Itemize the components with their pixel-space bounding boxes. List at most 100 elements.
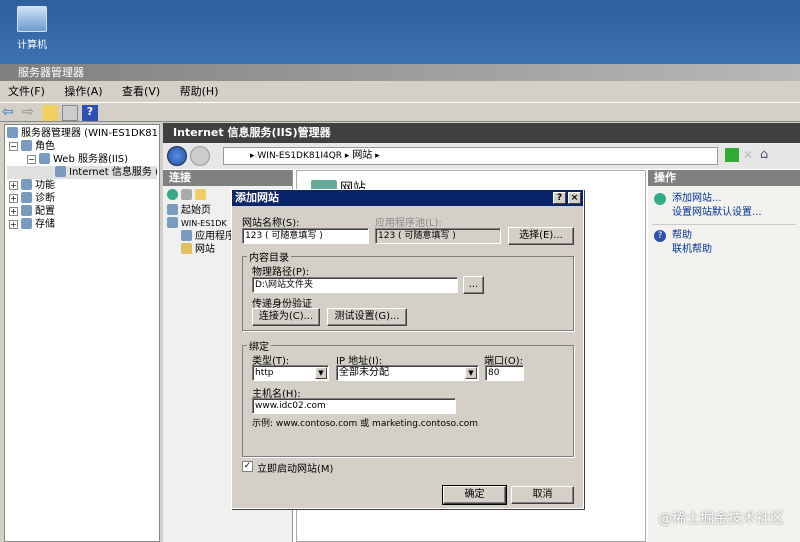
stop-icon[interactable]: ✕ [743,148,757,162]
app-pool-label: 应用程序池(L): [375,218,442,229]
start-site-label: 立即启动网站(M) [257,464,334,475]
breadcrumb[interactable]: ▸ WIN-ES1DK81I4QR ▸ 网站 ▸ [223,147,718,165]
breadcrumb-server[interactable]: WIN-ES1DK81I4QR [257,151,342,161]
action-label: 添加网站... [672,193,722,204]
menu-view[interactable]: 查看(V) [122,85,160,98]
start-site-checkbox[interactable]: ✓ [242,461,253,472]
tree-root[interactable]: 服务器管理器 (WIN-ES1DK81I4Q [7,127,157,140]
collapse-icon[interactable]: − [9,142,18,151]
binding-label: 绑定 [247,338,271,353]
up-folder-icon[interactable] [42,105,58,121]
back-button[interactable] [167,146,187,166]
physical-path-input[interactable]: D:\网站文件夹 [252,277,458,293]
select-button[interactable]: 选择(E)... [508,227,574,245]
host-example: 示例: www.contoso.com 或 marketing.contoso.… [252,419,479,429]
tree-label: 功能 [35,180,55,191]
configuration-icon [21,205,32,216]
action-online-help[interactable]: 联机帮助 [648,243,800,257]
desktop-icon-computer[interactable]: 计算机 [12,6,52,51]
desktop: 计算机 [0,0,800,64]
expand-icon[interactable]: + [9,194,18,203]
type-value: http [255,368,274,378]
tree-features[interactable]: + 功能 [7,179,157,192]
collapse-icon[interactable]: − [27,155,36,164]
connect-as-button[interactable]: 连接为(C)... [252,308,320,326]
close-button[interactable]: × [568,192,581,204]
chevron-down-icon[interactable]: ▼ [465,367,477,379]
folder-icon[interactable] [195,189,206,200]
tree-label: 配置 [35,206,55,217]
action-site-defaults[interactable]: 设置网站默认设置... [648,206,800,220]
address-bar: ▸ WIN-ES1DK81I4QR ▸ 网站 ▸ ✕ ⌂ [163,143,800,169]
test-settings-button[interactable]: 测试设置(G)... [327,308,407,326]
tree-diagnostics[interactable]: + 诊断 [7,192,157,205]
host-input[interactable]: www.idc02.com [252,398,456,414]
content-directory-label: 内容目录 [247,249,291,264]
diagnostics-icon [21,192,32,203]
tree-configuration[interactable]: + 配置 [7,205,157,218]
menu-action[interactable]: 操作(A) [64,85,102,98]
server-icon [167,217,178,228]
breadcrumb-sites[interactable]: 网站 [352,150,372,161]
tree-label: 起始页 [181,205,211,216]
connections-title: 连接 [163,170,292,186]
cancel-button[interactable]: 取消 [511,486,574,504]
chevron-down-icon[interactable]: ▼ [315,367,327,379]
actions-title: 操作 [648,170,800,186]
tree-iis-manager[interactable]: Internet 信息服务 ( [7,166,157,179]
back-icon[interactable]: ⇦ [2,105,18,121]
refresh-icon[interactable] [725,148,739,162]
action-label: 帮助 [672,230,692,241]
navigation-tree: 服务器管理器 (WIN-ES1DK81I4Q − 角色 − Web 服务器(IIS)… [4,124,160,542]
server-icon [7,127,18,138]
show-hide-tree-icon[interactable] [62,105,78,121]
sites-icon [181,243,192,254]
menu-file[interactable]: 文件(F) [8,85,45,98]
menu-help[interactable]: 帮助(H) [180,85,219,98]
menu-bar: 文件(F) 操作(A) 查看(V) 帮助(H) [0,83,800,101]
computer-icon [17,6,47,32]
ip-select[interactable]: 全部未分配 ▼ [336,365,479,381]
iis-icon [55,166,66,177]
site-name-label: 网站名称(S): [242,218,300,229]
tree-roles[interactable]: − 角色 [7,140,157,153]
ip-value: 全部未分配 [339,367,389,378]
add-site-icon [654,193,666,205]
web-server-icon [39,153,50,164]
expand-icon[interactable]: + [9,220,18,229]
add-website-dialog: 添加网站 ? × 网站名称(S): 123 ( 可随意填写 ) 应用程序池(L)… [231,189,584,509]
action-label: 联机帮助 [672,244,712,255]
tree-label: WIN-ES1DK [181,219,227,228]
actions-pane: 操作 添加网站... 设置网站默认设置... ? 帮助 联机帮助 [648,170,800,542]
action-label: 设置网站默认设置... [672,207,762,218]
physical-path-label: 物理路径(P): [252,267,310,278]
tree-label: 角色 [35,141,55,152]
tree-label: 存储 [35,219,55,230]
action-add-site[interactable]: 添加网站... [648,192,800,206]
help-icon[interactable]: ? [82,105,98,121]
help-button[interactable]: ? [553,192,566,204]
tree-storage[interactable]: + 存储 [7,218,157,231]
forward-icon[interactable]: ⇨ [22,105,38,121]
watermark: @稀土掘金技术社区 [658,511,784,527]
save-icon[interactable] [181,189,192,200]
port-input[interactable]: 80 [485,365,524,381]
tree-label: Internet 信息服务 ( [69,167,157,178]
window-title: 服务器管理器 [0,64,800,81]
forward-button[interactable] [190,146,210,166]
home-icon[interactable]: ⌂ [760,147,774,162]
expand-icon[interactable]: + [9,207,18,216]
globe-icon[interactable] [167,189,178,200]
action-help[interactable]: ? 帮助 [648,229,800,243]
browse-button[interactable]: ... [463,276,484,294]
features-icon [21,179,32,190]
site-name-input[interactable]: 123 ( 可随意填写 ) [242,228,369,244]
iis-header: Internet 信息服务(IIS)管理器 [163,123,800,143]
app-pool-input: 123 ( 可随意填写 ) [375,228,501,244]
expand-icon[interactable]: + [9,181,18,190]
ok-button[interactable]: 确定 [442,485,507,505]
type-select[interactable]: http ▼ [252,365,329,381]
dialog-title: 添加网站 [232,190,583,206]
tree-web-server[interactable]: − Web 服务器(IIS) [7,153,157,166]
storage-icon [21,218,32,229]
